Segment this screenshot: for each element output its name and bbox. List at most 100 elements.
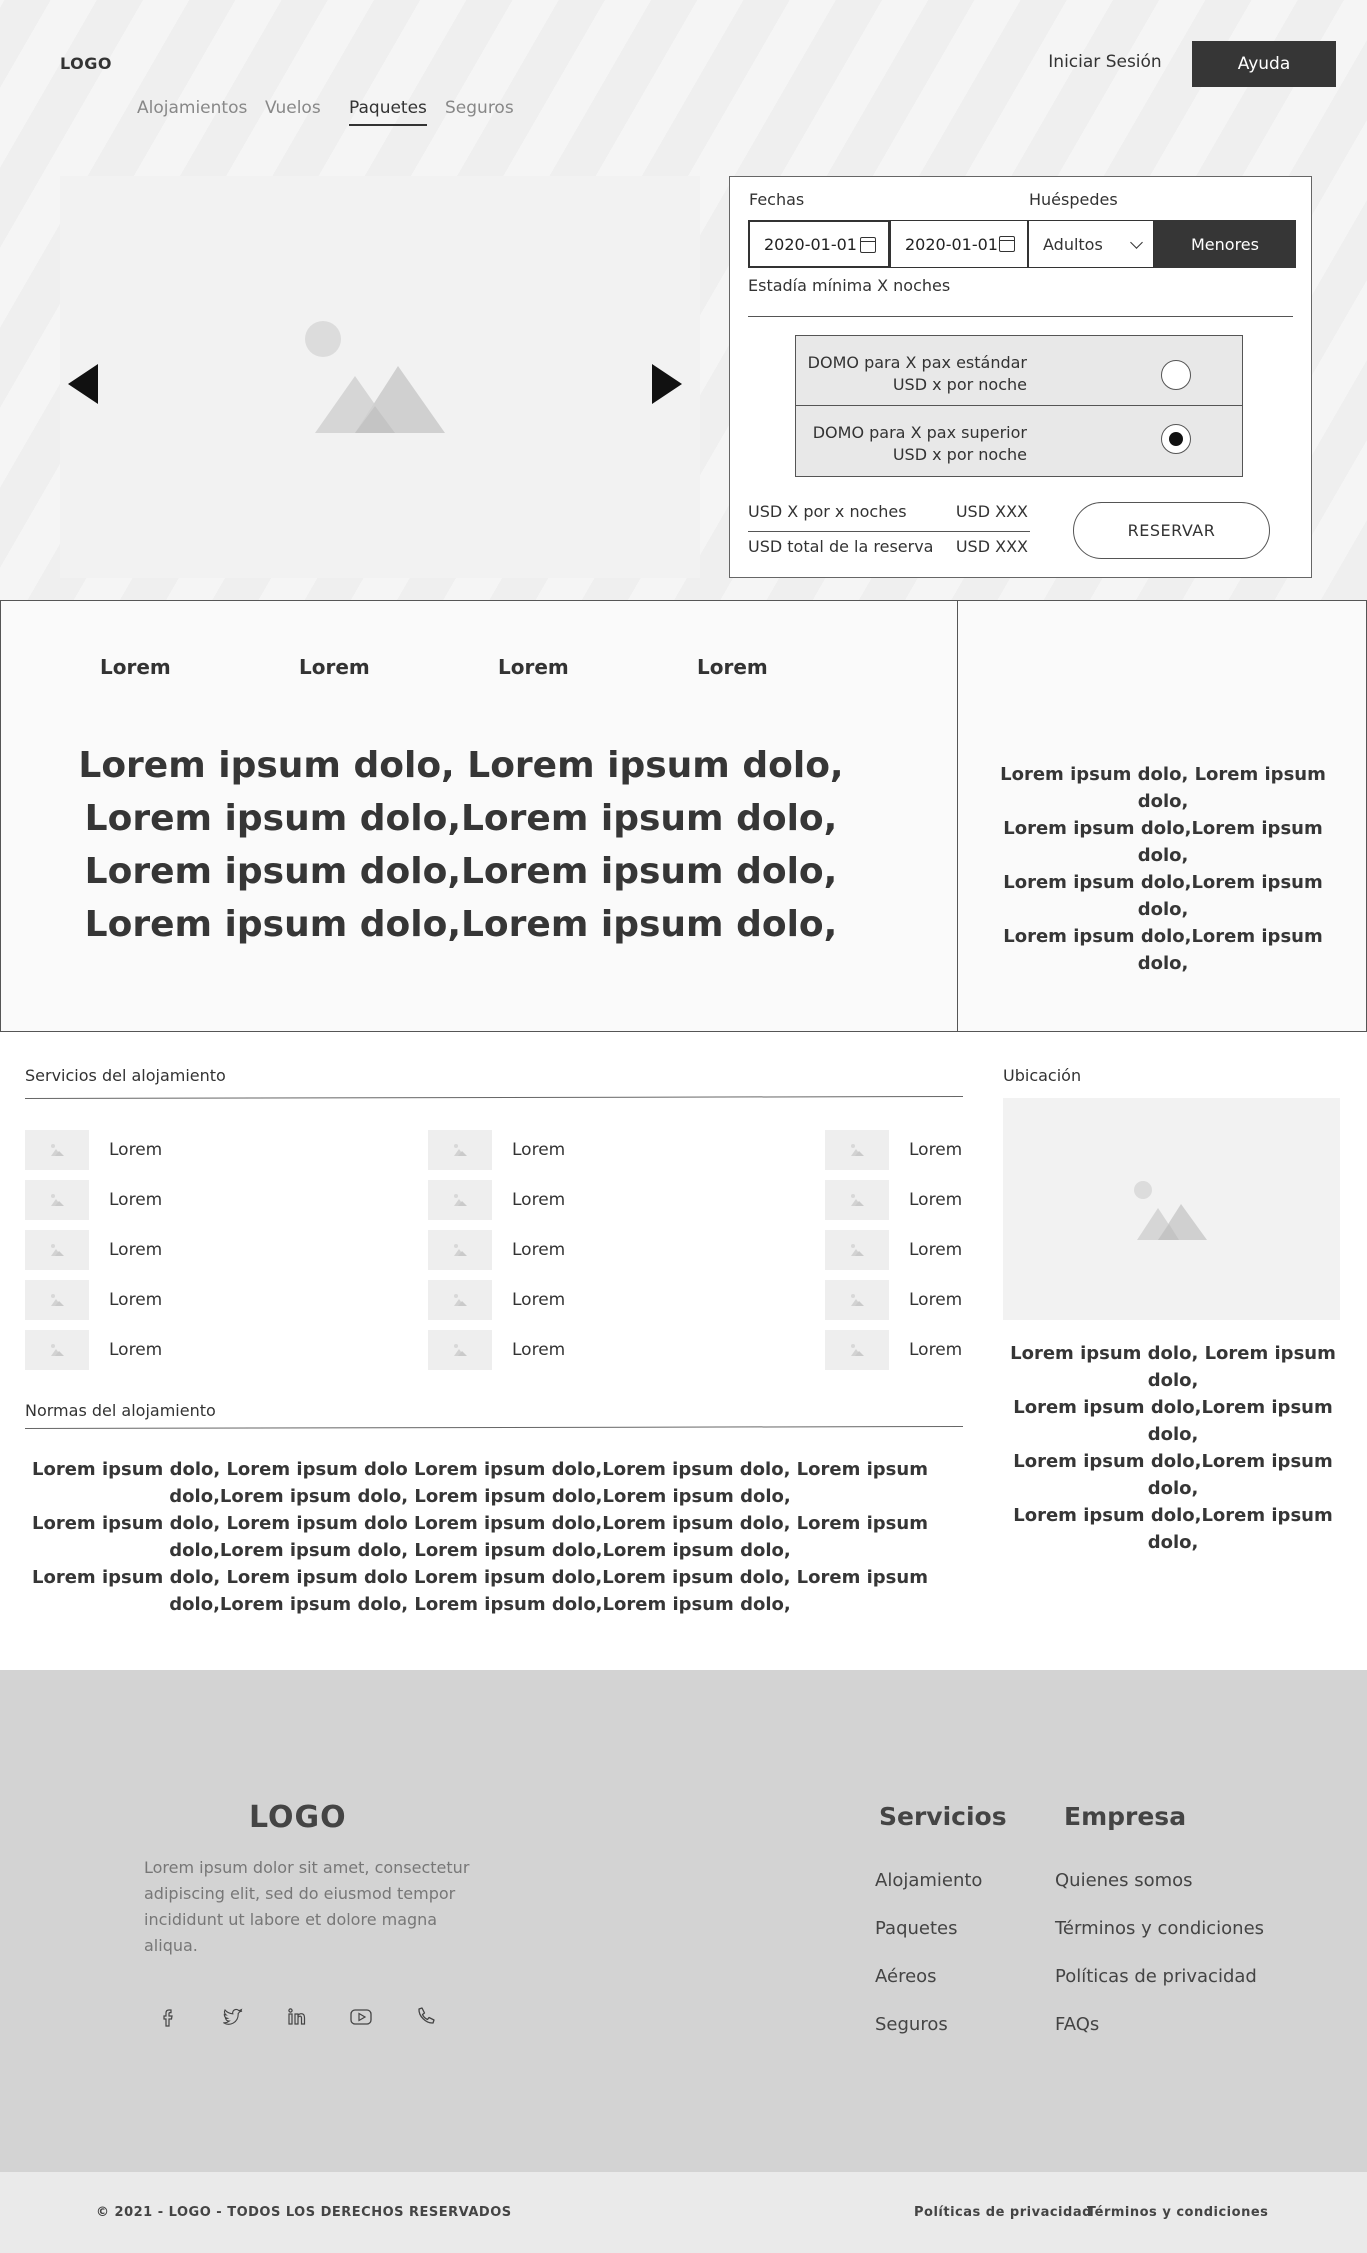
info-tab-2[interactable]: Lorem <box>299 655 370 679</box>
info-tab-3[interactable]: Lorem <box>498 655 569 679</box>
copyright-text: © 2021 - LOGO - TODOS LOS DERECHOS RESER… <box>96 2205 512 2220</box>
service-image-icon <box>25 1230 89 1270</box>
map-placeholder-icon <box>1134 1181 1207 1240</box>
location-map[interactable] <box>1003 1098 1340 1320</box>
footer-link-terminos[interactable]: Términos y condiciones <box>1055 1918 1264 1939</box>
service-item: Lorem <box>25 1330 162 1370</box>
info-tab-4[interactable]: Lorem <box>697 655 768 679</box>
nav-alojamientos[interactable]: Alojamientos <box>137 98 247 118</box>
info-side-panel: Lorem ipsum dolo, Lorem ipsum dolo, Lore… <box>957 600 1367 1032</box>
service-image-icon <box>825 1230 889 1270</box>
adults-label: Adultos <box>1043 234 1103 254</box>
service-label: Lorem <box>512 1140 566 1160</box>
service-image-icon <box>825 1130 889 1170</box>
info-side-line: Lorem ipsum dolo,Lorem ipsum dolo, <box>1003 872 1323 920</box>
service-label: Lorem <box>109 1190 163 1210</box>
total-label: USD total de la reserva <box>748 537 934 556</box>
room-radio-superior[interactable] <box>1161 424 1191 454</box>
date-to-field[interactable]: 2020-01-01 <box>890 220 1028 268</box>
linkedin-icon[interactable] <box>282 2002 312 2032</box>
room-price: USD x por noche <box>892 445 1027 464</box>
carousel-next-arrow[interactable] <box>652 364 682 404</box>
footer-logo[interactable]: LOGO <box>249 1800 347 1835</box>
room-price: USD x por noche <box>892 375 1027 394</box>
service-image-icon <box>25 1280 89 1320</box>
service-item: Lorem <box>25 1180 162 1220</box>
reserve-button[interactable]: RESERVAR <box>1073 502 1270 559</box>
info-line: Lorem ipsum dolo,Lorem ipsum dolo, <box>84 798 838 839</box>
room-name: DOMO para X pax superior <box>812 423 1027 442</box>
service-label: Lorem <box>909 1140 963 1160</box>
service-label: Lorem <box>109 1340 163 1360</box>
info-panel: Lorem Lorem Lorem Lorem Lorem ipsum dolo… <box>0 600 958 1032</box>
service-item: Lorem <box>428 1230 565 1270</box>
bottom-link-privacidad[interactable]: Políticas de privacidad <box>914 2205 1092 2220</box>
service-item: Lorem <box>25 1280 162 1320</box>
room-radio-standard[interactable] <box>1161 360 1191 390</box>
youtube-icon[interactable] <box>346 2002 376 2032</box>
image-carousel <box>60 176 700 578</box>
service-label: Lorem <box>909 1190 963 1210</box>
service-label: Lorem <box>909 1340 963 1360</box>
price-per-nights-value: USD XXX <box>955 502 1028 521</box>
calendar-icon <box>999 236 1015 252</box>
service-label: Lorem <box>909 1240 963 1260</box>
header-logo[interactable]: LOGO <box>60 54 112 73</box>
info-tab-1[interactable]: Lorem <box>100 655 171 679</box>
adults-select[interactable]: Adultos <box>1028 220 1154 268</box>
facebook-icon[interactable] <box>154 2002 184 2032</box>
footer-link-faqs[interactable]: FAQs <box>1055 2014 1099 2035</box>
service-item: Lorem <box>25 1230 162 1270</box>
footer-link-quienes-somos[interactable]: Quienes somos <box>1055 1870 1193 1891</box>
service-image-icon <box>825 1280 889 1320</box>
service-image-icon <box>825 1180 889 1220</box>
room-option-text: DOMO para X pax superior USD x por noche <box>813 422 1027 466</box>
service-item: Lorem <box>428 1280 565 1320</box>
date-to-value: 2020-01-01 <box>905 234 998 254</box>
total-value: USD XXX <box>955 537 1028 556</box>
service-label: Lorem <box>512 1290 566 1310</box>
service-item: Lorem <box>428 1130 565 1170</box>
service-image-icon <box>25 1330 89 1370</box>
rules-text: Lorem ipsum dolo, Lorem ipsum dolo Lorem… <box>30 1456 930 1618</box>
footer-link-privacidad[interactable]: Políticas de privacidad <box>1055 1966 1257 1987</box>
date-from-value: 2020-01-01 <box>764 234 857 254</box>
service-item: Lorem <box>825 1330 962 1370</box>
divider <box>748 531 1030 532</box>
service-label: Lorem <box>512 1240 566 1260</box>
service-label: Lorem <box>512 1340 566 1360</box>
room-option-superior[interactable]: DOMO para X pax superior USD x por noche <box>796 406 1242 476</box>
footer-description: Lorem ipsum dolor sit amet, consectetur … <box>144 1858 470 1955</box>
info-side-line: Lorem ipsum dolo, Lorem ipsum dolo, <box>1000 764 1326 812</box>
footer-link-paquetes[interactable]: Paquetes <box>875 1918 958 1939</box>
service-item: Lorem <box>825 1180 962 1220</box>
guests-label: Huéspedes <box>1029 190 1118 209</box>
nav-seguros[interactable]: Seguros <box>445 98 514 118</box>
minors-button[interactable]: Menores <box>1154 220 1296 268</box>
room-option-standard[interactable]: DOMO para X pax estándar USD x por noche <box>796 336 1242 406</box>
login-link[interactable]: Iniciar Sesión <box>1040 52 1170 72</box>
footer-link-alojamiento[interactable]: Alojamiento <box>875 1870 982 1891</box>
footer-company-title: Empresa <box>1064 1802 1187 1831</box>
booking-panel: Fechas Huéspedes 2020-01-01 2020-01-01 A… <box>729 176 1312 578</box>
service-label: Lorem <box>512 1190 566 1210</box>
nav-vuelos[interactable]: Vuelos <box>265 98 321 118</box>
carousel-prev-arrow[interactable] <box>68 364 98 404</box>
phone-icon[interactable] <box>410 2002 440 2032</box>
date-from-field[interactable]: 2020-01-01 <box>748 220 890 268</box>
services-divider <box>24 1096 963 1099</box>
bottom-link-terminos[interactable]: Términos y condiciones <box>1087 2205 1268 2220</box>
service-label: Lorem <box>109 1240 163 1260</box>
service-image-icon <box>825 1330 889 1370</box>
location-line: Lorem ipsum dolo,Lorem ipsum dolo, <box>1013 1451 1333 1499</box>
service-item: Lorem <box>825 1130 962 1170</box>
service-label: Lorem <box>109 1140 163 1160</box>
twitter-icon[interactable] <box>218 2002 248 2032</box>
service-image-icon <box>428 1280 492 1320</box>
footer-link-seguros[interactable]: Seguros <box>875 2014 948 2035</box>
rules-paragraph: Lorem ipsum dolo, Lorem ipsum dolo Lorem… <box>32 1567 928 1615</box>
footer-link-aereos[interactable]: Aéreos <box>875 1966 937 1987</box>
info-side-text: Lorem ipsum dolo, Lorem ipsum dolo, Lore… <box>978 761 1348 977</box>
nav-paquetes[interactable]: Paquetes <box>349 98 427 126</box>
help-button[interactable]: Ayuda <box>1192 41 1336 87</box>
